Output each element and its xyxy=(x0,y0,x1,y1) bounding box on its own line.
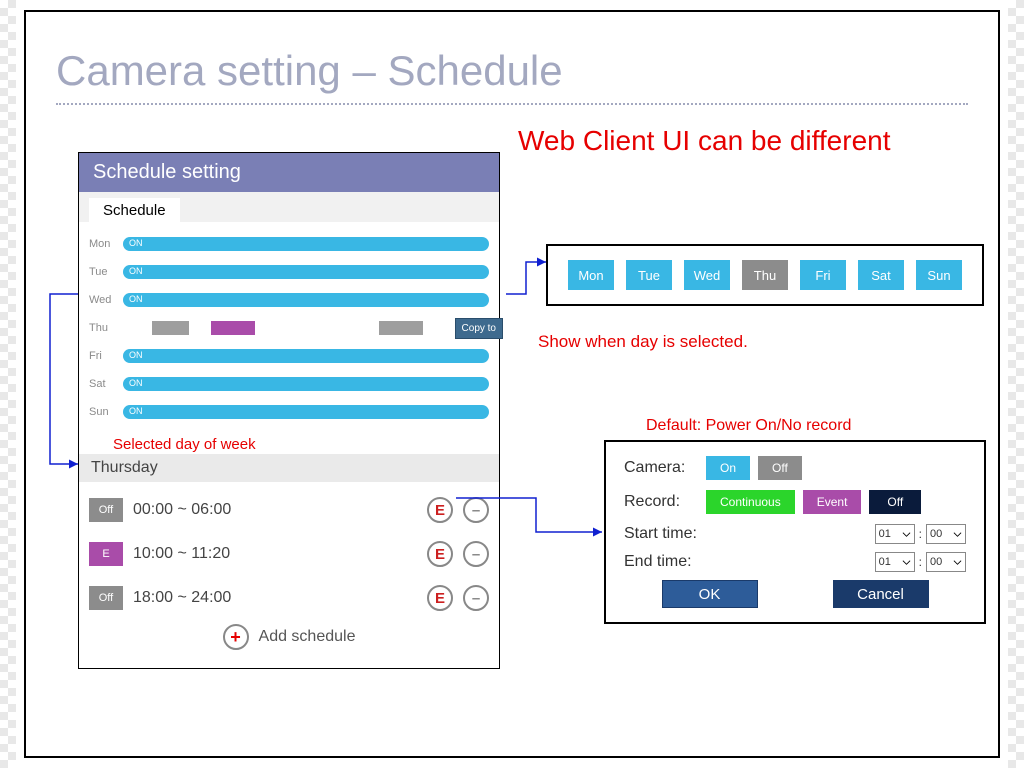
timeline-row-thu[interactable]: Thu xyxy=(89,314,489,342)
copy-days-box: Mon Tue Wed Thu Fri Sat Sun xyxy=(546,244,984,306)
start-min-select[interactable]: 00 xyxy=(926,524,966,544)
selected-day-header: Thursday xyxy=(79,454,499,482)
edit-button[interactable]: E xyxy=(427,497,453,523)
copy-to-button[interactable]: Copy to xyxy=(455,318,503,339)
record-off-button[interactable]: Off xyxy=(869,490,921,514)
camera-label: Camera: xyxy=(624,459,698,477)
timeline-row-wed[interactable]: Wed ON xyxy=(89,286,489,314)
chip-event: E xyxy=(89,542,123,566)
day-fri[interactable]: Fri xyxy=(800,260,846,290)
edit-button[interactable]: E xyxy=(427,541,453,567)
schedule-row: E 10:00 ~ 11:20 E – xyxy=(89,532,489,576)
add-schedule-label: Add schedule xyxy=(259,628,356,646)
plus-icon: + xyxy=(223,624,249,650)
chip-off: Off xyxy=(89,586,123,610)
timeline-row-tue[interactable]: Tue ON xyxy=(89,258,489,286)
end-hour-select[interactable]: 01 xyxy=(875,552,915,572)
timeline-row-fri[interactable]: Fri ON xyxy=(89,342,489,370)
panel-header: Schedule setting xyxy=(79,153,499,192)
default-note: Default: Power On/No record xyxy=(646,417,851,435)
delete-button[interactable]: – xyxy=(463,585,489,611)
selected-day-label: Selected day of week xyxy=(79,432,499,454)
tab-bar: Schedule xyxy=(79,192,499,222)
record-event-button[interactable]: Event xyxy=(803,490,862,514)
schedule-time: 10:00 ~ 11:20 xyxy=(133,545,417,563)
schedule-row: Off 00:00 ~ 06:00 E – xyxy=(89,488,489,532)
show-note: Show when day is selected. xyxy=(538,332,748,352)
ok-button[interactable]: OK xyxy=(662,580,758,608)
day-thu[interactable]: Thu xyxy=(742,260,788,290)
note-main: Web Client UI can be different xyxy=(518,124,891,158)
timeline-row-sun[interactable]: Sun ON xyxy=(89,398,489,426)
chip-off: Off xyxy=(89,498,123,522)
add-schedule-button[interactable]: + Add schedule xyxy=(89,620,489,664)
camera-on-button[interactable]: On xyxy=(706,456,750,480)
timeline-row-mon[interactable]: Mon ON xyxy=(89,230,489,258)
edit-button[interactable]: E xyxy=(427,585,453,611)
page-title: Camera setting – Schedule xyxy=(56,47,968,95)
delete-button[interactable]: – xyxy=(463,497,489,523)
day-tue[interactable]: Tue xyxy=(626,260,672,290)
schedule-row: Off 18:00 ~ 24:00 E – xyxy=(89,576,489,620)
tab-schedule[interactable]: Schedule xyxy=(89,198,180,223)
record-continuous-button[interactable]: Continuous xyxy=(706,490,795,514)
schedule-detail-box: Camera: On Off Record: Continuous Event … xyxy=(604,440,986,624)
delete-button[interactable]: – xyxy=(463,541,489,567)
end-min-select[interactable]: 00 xyxy=(926,552,966,572)
cancel-button[interactable]: Cancel xyxy=(833,580,929,608)
start-time-label: Start time: xyxy=(624,525,875,543)
schedule-list: Off 00:00 ~ 06:00 E – E 10:00 ~ 11:20 E … xyxy=(79,482,499,668)
timeline-row-sat[interactable]: Sat ON xyxy=(89,370,489,398)
schedule-time: 00:00 ~ 06:00 xyxy=(133,501,417,519)
start-hour-select[interactable]: 01 xyxy=(875,524,915,544)
day-wed[interactable]: Wed xyxy=(684,260,730,290)
end-time-label: End time: xyxy=(624,553,875,571)
day-sun[interactable]: Sun xyxy=(916,260,962,290)
day-sat[interactable]: Sat xyxy=(858,260,904,290)
day-mon[interactable]: Mon xyxy=(568,260,614,290)
arrow-copy-to-days xyxy=(506,254,550,298)
timeline-area: Mon ON Tue ON Wed ON Thu xyxy=(79,222,499,432)
schedule-time: 18:00 ~ 24:00 xyxy=(133,589,417,607)
title-divider xyxy=(56,103,968,105)
schedule-panel: Schedule setting Schedule Mon ON Tue ON … xyxy=(78,152,500,669)
record-label: Record: xyxy=(624,493,698,511)
camera-off-button[interactable]: Off xyxy=(758,456,802,480)
